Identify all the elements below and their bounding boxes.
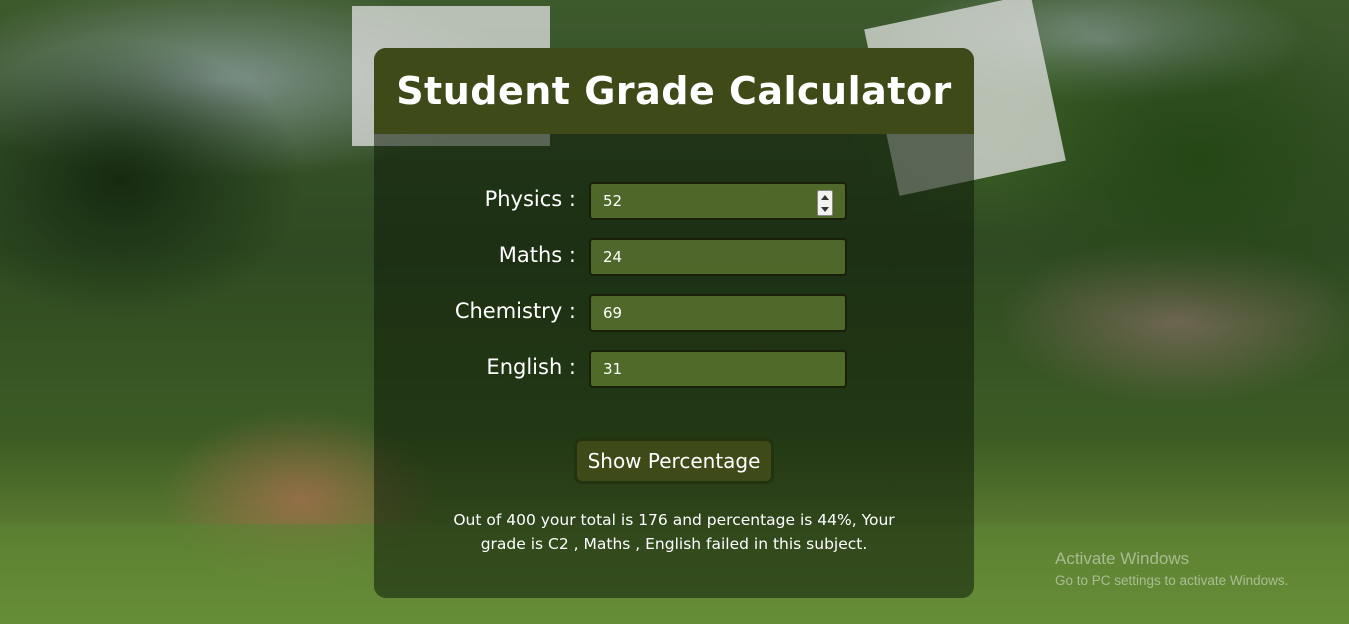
physics-value: 52 (603, 192, 623, 210)
show-percentage-button[interactable]: Show Percentage (574, 438, 774, 484)
stepper-up-icon[interactable] (821, 194, 829, 200)
result-text: Out of 400 your total is 176 and percent… (414, 508, 934, 556)
calculator-card: Student Grade Calculator Physics : 52 Ma… (374, 48, 974, 598)
english-label: English : (486, 355, 576, 379)
chemistry-label: Chemistry : (454, 299, 576, 323)
activate-windows-watermark: Activate Windows Go to PC settings to ac… (1055, 549, 1288, 588)
maths-value: 24 (603, 248, 623, 266)
watermark-subtitle: Go to PC settings to activate Windows. (1055, 573, 1289, 588)
field-row-physics: Physics : 52 (374, 182, 974, 220)
english-value: 31 (603, 360, 623, 378)
result-line-1: Out of 400 your total is 176 and percent… (453, 511, 895, 529)
card-header: Student Grade Calculator (374, 48, 974, 134)
maths-input[interactable]: 24 (589, 238, 847, 276)
field-row-chemistry: Chemistry : 69 (374, 294, 974, 332)
watermark-title: Activate Windows (1055, 549, 1190, 568)
maths-label: Maths : (498, 243, 576, 267)
physics-input[interactable]: 52 (589, 182, 847, 220)
field-row-maths: Maths : 24 (374, 238, 974, 276)
result-line-2: grade is C2 , Maths , English failed in … (480, 535, 868, 553)
chemistry-input[interactable]: 69 (589, 294, 847, 332)
physics-label: Physics : (484, 187, 576, 211)
number-stepper-icon[interactable] (817, 190, 833, 216)
stepper-down-icon[interactable] (821, 206, 829, 212)
chemistry-value: 69 (603, 304, 623, 322)
field-row-english: English : 31 (374, 350, 974, 388)
english-input[interactable]: 31 (589, 350, 847, 388)
page-title: Student Grade Calculator (396, 69, 952, 113)
